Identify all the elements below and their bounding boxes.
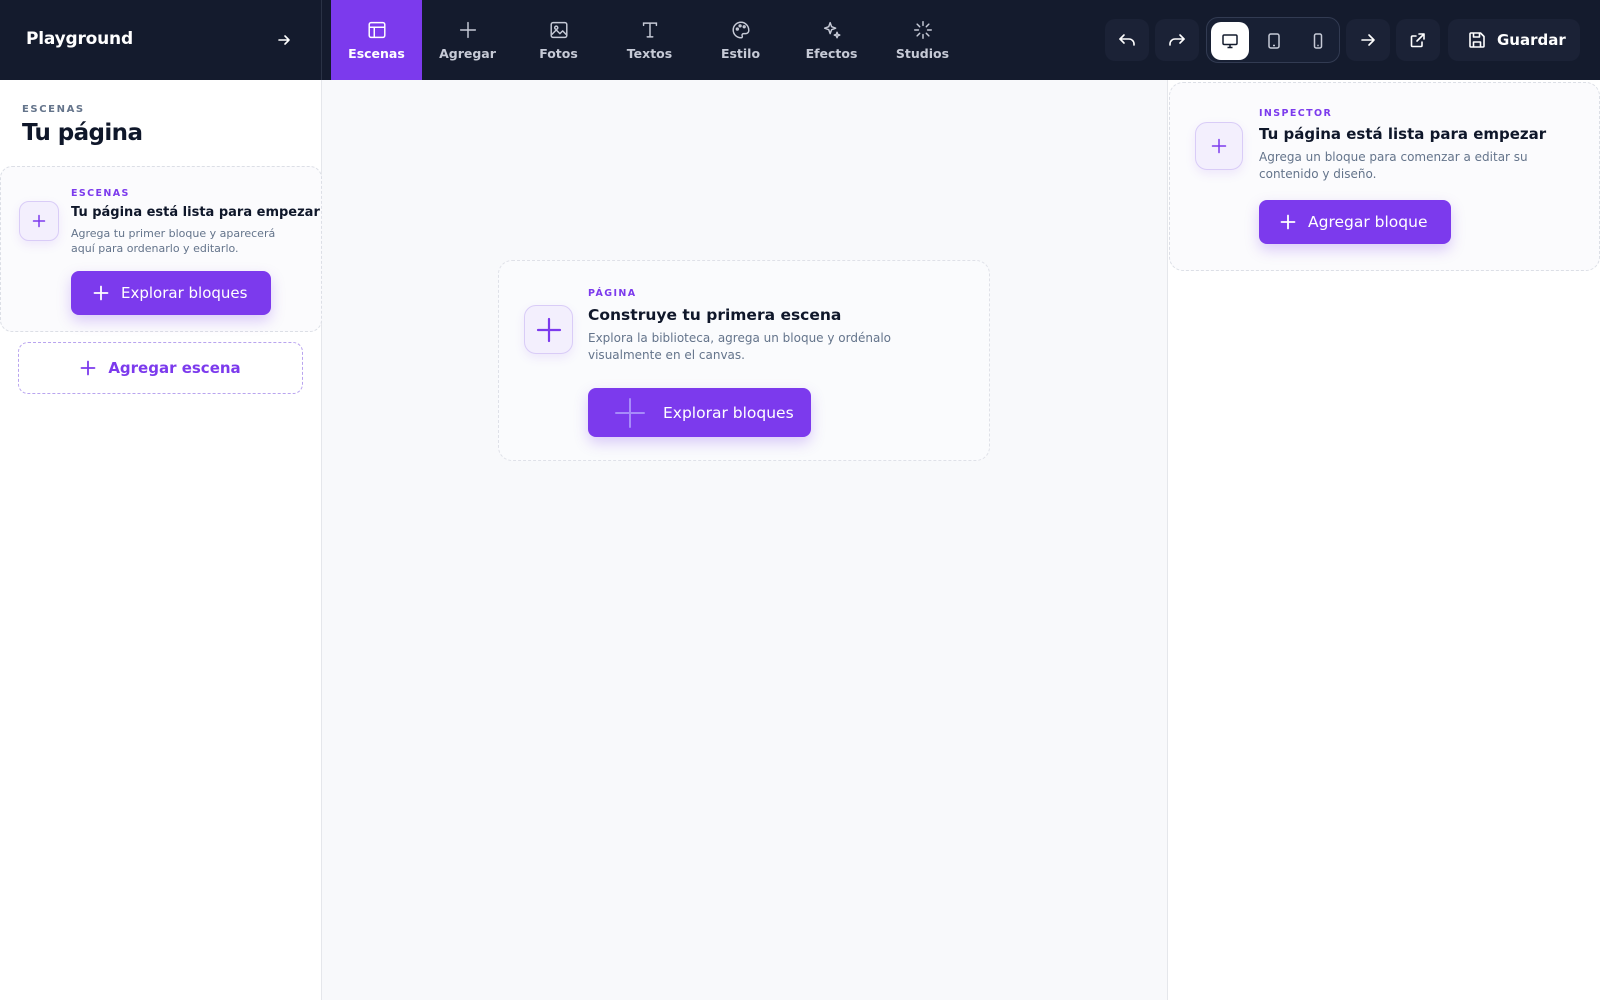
tab-label: Escenas — [348, 46, 405, 61]
editor-canvas: PÁGINA Construye tu primera escena Explo… — [322, 80, 1168, 1000]
tab-label: Agregar — [439, 46, 496, 61]
explore-blocks-button[interactable]: Explorar bloques — [588, 388, 811, 437]
card-title: Construye tu primera escena — [588, 306, 842, 324]
tab-label: Textos — [626, 46, 673, 61]
plus-icon — [1280, 214, 1296, 230]
card-eyebrow: PÁGINA — [588, 288, 637, 299]
device-switcher — [1206, 17, 1340, 63]
plus-icon — [536, 317, 561, 342]
plus-icon — [80, 360, 96, 376]
add-block-tile[interactable] — [19, 201, 59, 241]
arrow-right-icon — [1361, 34, 1375, 46]
plus-icon — [32, 214, 46, 228]
undo-icon — [1119, 34, 1135, 46]
save-icon — [1469, 32, 1485, 48]
tab-label: Fotos — [539, 46, 578, 61]
card-eyebrow: INSPECTOR — [1259, 108, 1333, 119]
top-bar: Playground Escenas Agregar Fotos Textos … — [0, 0, 1600, 80]
card-description: Agrega un bloque para comenzar a editar … — [1259, 150, 1528, 181]
inspector-panel: INSPECTOR Tu página está lista para empe… — [1168, 80, 1600, 1000]
app-title: Playground — [26, 29, 133, 49]
undo-button[interactable] — [1105, 19, 1149, 61]
text-icon — [642, 22, 657, 38]
redo-icon — [1169, 34, 1185, 46]
brand-area: Playground — [0, 0, 322, 80]
tab-estilo[interactable]: Estilo — [695, 0, 786, 80]
tab-studios[interactable]: Studios — [877, 0, 968, 80]
scenes-empty-card: ESCENAS Tu página está lista para empeza… — [0, 166, 322, 332]
main-nav: Escenas Agregar Fotos Textos Estilo Efec… — [331, 0, 968, 80]
tablet-icon — [1268, 33, 1280, 49]
next-button[interactable] — [1346, 19, 1390, 61]
layout-icon — [367, 21, 386, 39]
add-block-button[interactable]: Agregar bloque — [1259, 200, 1451, 244]
button-label: Explorar bloques — [121, 284, 248, 302]
plus-icon — [93, 285, 109, 301]
plus-icon — [615, 397, 645, 428]
image-icon — [549, 21, 568, 39]
sparkles-icon — [823, 21, 841, 39]
phone-icon — [1313, 33, 1323, 49]
plus-icon — [459, 21, 476, 39]
tab-label: Efectos — [805, 46, 858, 61]
device-desktop-button[interactable] — [1211, 22, 1249, 60]
loader-icon — [913, 21, 932, 39]
sidebar-eyebrow: ESCENAS — [22, 104, 85, 115]
arrow-right-icon[interactable] — [276, 32, 292, 48]
card-title: Tu página está lista para empezar — [71, 205, 320, 220]
device-mobile-button[interactable] — [1299, 22, 1337, 60]
save-button[interactable]: Guardar — [1448, 19, 1580, 61]
redo-button[interactable] — [1155, 19, 1199, 61]
tab-fotos[interactable]: Fotos — [513, 0, 604, 80]
tab-label: Studios — [895, 46, 950, 61]
card-title: Tu página está lista para empezar — [1259, 125, 1547, 143]
save-label: Guardar — [1497, 31, 1566, 49]
tab-textos[interactable]: Textos — [604, 0, 695, 80]
scenes-sidebar: ESCENAS Tu página ESCENAS Tu página está… — [0, 80, 322, 1000]
button-label: Agregar bloque — [1308, 213, 1428, 231]
external-link-icon — [1410, 33, 1425, 48]
monitor-icon — [1222, 34, 1238, 49]
tab-agregar[interactable]: Agregar — [422, 0, 513, 80]
add-scene-label: Agregar escena — [108, 359, 241, 377]
card-description: Agrega tu primer bloque y aparecerá aquí… — [71, 227, 276, 256]
canvas-empty-card: PÁGINA Construye tu primera escena Explo… — [498, 260, 990, 461]
tab-escenas[interactable]: Escenas — [331, 0, 422, 80]
add-scene-button[interactable]: Agregar escena — [18, 342, 303, 394]
open-external-button[interactable] — [1396, 19, 1440, 61]
add-block-tile[interactable] — [524, 305, 573, 354]
tab-efectos[interactable]: Efectos — [786, 0, 877, 80]
page-title: Tu página — [22, 120, 143, 146]
button-label: Explorar bloques — [663, 403, 794, 422]
inspector-empty-card: INSPECTOR Tu página está lista para empe… — [1169, 82, 1600, 271]
card-description: Explora la biblioteca, agrega un bloque … — [588, 331, 891, 362]
explore-blocks-button[interactable]: Explorar bloques — [71, 271, 271, 315]
palette-icon — [732, 21, 750, 39]
tab-label: Estilo — [720, 46, 761, 61]
device-tablet-button[interactable] — [1255, 22, 1293, 60]
plus-icon — [1211, 138, 1227, 154]
add-block-tile[interactable] — [1195, 122, 1243, 170]
card-eyebrow: ESCENAS — [71, 188, 130, 199]
